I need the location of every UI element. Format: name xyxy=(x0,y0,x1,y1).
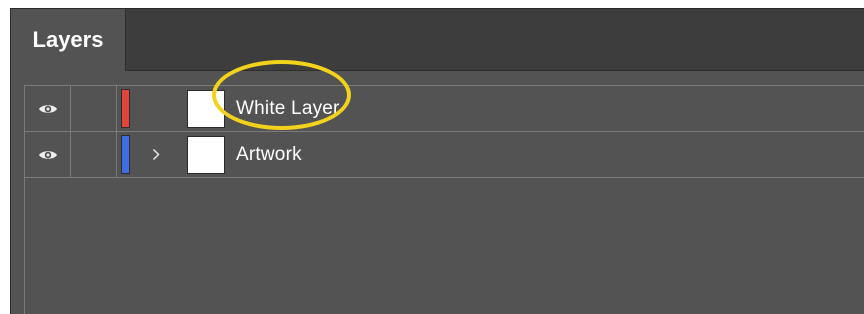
layer-color-indicator xyxy=(121,135,130,174)
layer-row-artwork[interactable]: Artwork xyxy=(25,132,864,178)
lock-toggle[interactable] xyxy=(71,86,117,131)
lock-toggle[interactable] xyxy=(71,132,117,177)
layer-row-white-layer[interactable]: White Layer xyxy=(25,86,864,132)
layers-panel: Layers White Layer Artwork xyxy=(10,8,864,314)
layer-color-indicator xyxy=(121,89,130,128)
layer-thumbnail xyxy=(187,136,225,174)
panel-tab-bar: Layers xyxy=(11,9,864,71)
layer-name[interactable]: Artwork xyxy=(236,132,302,177)
visibility-toggle[interactable] xyxy=(25,132,71,177)
eye-icon xyxy=(38,150,57,159)
tab-layers[interactable]: Layers xyxy=(11,9,126,71)
chevron-right-icon xyxy=(152,148,160,161)
expand-layer-toggle[interactable] xyxy=(145,132,167,177)
layers-list: White Layer Artwork xyxy=(24,85,864,314)
visibility-toggle[interactable] xyxy=(25,86,71,131)
eye-icon xyxy=(38,104,57,113)
highlight-circle-annotation xyxy=(212,60,351,130)
